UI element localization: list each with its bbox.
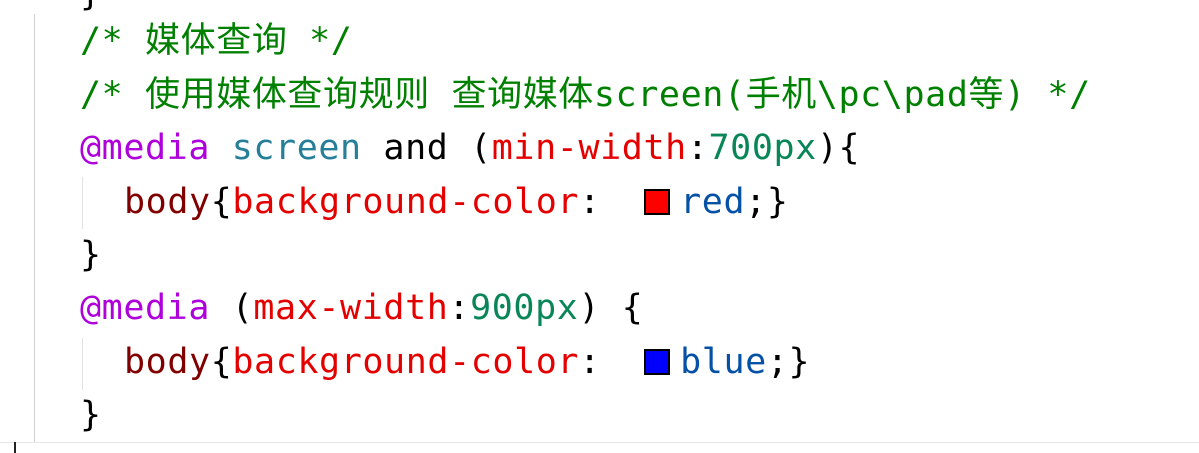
previous-line-fragment: } <box>80 0 101 14</box>
indent-guide <box>82 177 83 229</box>
keyword-token: and <box>383 128 449 168</box>
code-line-media-max-width: @media (max-width:900px) { <box>80 288 643 328</box>
media-feature-token: min-width <box>491 128 687 168</box>
media-feature-token: max-width <box>253 288 449 328</box>
number-token: 900px <box>470 288 579 328</box>
code-line-media-min-width: @media screen and (min-width:700px){ <box>80 128 860 168</box>
brace-token: { <box>621 288 644 328</box>
value-token: red <box>680 182 746 222</box>
indent-guide <box>34 14 35 442</box>
semicolon-token: ; <box>766 342 789 382</box>
at-rule-token: @media <box>80 128 211 168</box>
selector-token: body <box>124 182 211 222</box>
brace-token: { <box>210 342 233 382</box>
code-line-close-brace: } <box>80 235 102 275</box>
colon-token: : <box>686 128 709 168</box>
media-type-token: screen <box>231 128 362 168</box>
code-line-close-brace: } <box>80 395 102 435</box>
brace-token: } <box>80 395 102 435</box>
property-token: background-color <box>232 182 580 222</box>
selector-token: body <box>124 342 211 382</box>
brace-token: { <box>210 182 233 222</box>
colon-token: : <box>579 342 601 382</box>
brace-token: } <box>80 235 102 275</box>
brace-token: } <box>788 342 811 382</box>
colon-token: : <box>579 182 601 222</box>
code-editor[interactable]: } /* 媒体查询 */ /* 使用媒体查询规则 查询媒体screen(手机\p… <box>0 0 1199 453</box>
code-line-body-red: body{background-color: red;} <box>124 182 788 222</box>
paren-token: ) <box>578 288 601 328</box>
brace-token: { <box>838 128 861 168</box>
editor-bottom-border <box>0 442 1199 443</box>
colon-token: : <box>448 288 471 328</box>
semicolon-token: ; <box>745 182 767 222</box>
property-token: background-color <box>232 342 580 382</box>
code-line-body-blue: body{background-color: blue;} <box>124 342 810 382</box>
code-line-comment-rules: /* 使用媒体查询规则 查询媒体screen(手机\pc\pad等) */ <box>80 75 1091 115</box>
brace-token: } <box>766 182 789 222</box>
indent-guide <box>82 338 83 390</box>
text-cursor <box>14 442 16 453</box>
paren-token: ) <box>816 128 839 168</box>
color-swatch-red[interactable] <box>644 189 671 215</box>
number-token: 700px <box>708 128 817 168</box>
comment-token: /* 使用媒体查询规则 查询媒体screen(手机\pc\pad等) */ <box>80 75 1091 115</box>
color-swatch-blue[interactable] <box>644 349 671 375</box>
paren-token: ( <box>470 128 492 168</box>
value-token: blue <box>680 342 767 382</box>
comment-token: /* 媒体查询 */ <box>80 21 353 61</box>
code-line-comment-media-query: /* 媒体查询 */ <box>80 21 352 61</box>
at-rule-token: @media <box>80 288 211 328</box>
paren-token: ( <box>231 288 254 328</box>
